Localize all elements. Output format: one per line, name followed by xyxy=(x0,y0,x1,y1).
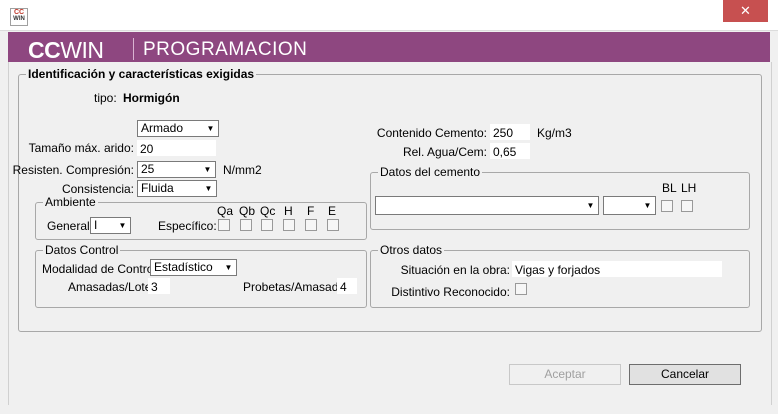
general-select[interactable]: I ▼ xyxy=(90,217,131,234)
chevron-down-icon: ▼ xyxy=(200,162,215,177)
close-button[interactable]: ✕ xyxy=(723,0,768,22)
qb-label: Qb xyxy=(239,204,256,218)
chevron-down-icon: ▼ xyxy=(640,197,655,214)
tamano-label: Tamaño máx. arido: xyxy=(28,141,134,155)
otros-group xyxy=(370,250,750,308)
e-checkbox[interactable] xyxy=(327,219,339,231)
qa-checkbox[interactable] xyxy=(218,219,230,231)
e-label: E xyxy=(328,204,337,218)
armado-select[interactable]: Armado ▼ xyxy=(137,120,219,137)
bl-label: BL xyxy=(662,181,677,195)
cemento-type-select[interactable]: ▼ xyxy=(375,196,599,215)
app-icon: CC WIN xyxy=(10,8,28,26)
consistencia-label: Consistencia: xyxy=(61,182,134,196)
probetas-label: Probetas/Amasada: xyxy=(243,280,349,294)
situacion-label: Situación en la obra: xyxy=(400,263,510,277)
h-label: H xyxy=(284,204,293,218)
qc-label: Qc xyxy=(260,204,276,218)
situacion-field[interactable]: Vigas y forjados xyxy=(512,261,722,277)
ambiente-group-title: Ambiente xyxy=(43,195,98,209)
logo-divider xyxy=(133,38,134,60)
otros-group-title: Otros datos xyxy=(378,243,445,257)
contenido-field[interactable]: 250 xyxy=(490,124,530,140)
tipo-value: Hormigón xyxy=(123,91,180,105)
distintivo-label: Distintivo Reconocido: xyxy=(391,285,510,299)
tamano-field[interactable]: 20 xyxy=(137,140,216,156)
chevron-down-icon: ▼ xyxy=(203,121,218,136)
ccwin-logo: CCWIN xyxy=(28,37,104,63)
cemento-class-select[interactable]: ▼ xyxy=(603,196,656,215)
tipo-label: tipo: xyxy=(94,91,117,105)
window-titlebar xyxy=(0,0,778,31)
resistencia-select[interactable]: 25 ▼ xyxy=(137,161,216,178)
probetas-field[interactable]: 4 xyxy=(337,278,357,294)
consistencia-select[interactable]: Fluida ▼ xyxy=(137,180,217,197)
chevron-down-icon: ▼ xyxy=(583,197,598,214)
f-label: F xyxy=(307,204,315,218)
qb-checkbox[interactable] xyxy=(240,219,252,231)
control-group-title: Datos Control xyxy=(43,243,121,257)
lh-label: LH xyxy=(681,181,697,195)
cemento-group-title: Datos del cemento xyxy=(378,165,483,179)
contenido-label: Contenido Cemento: xyxy=(376,126,487,140)
identificacion-group-title: Identificación y características exigida… xyxy=(26,67,257,81)
modalidad-label: Modalidad de Control: xyxy=(42,262,160,276)
agua-label: Rel. Agua/Cem: xyxy=(402,145,487,159)
qa-label: Qa xyxy=(217,204,234,218)
qc-checkbox[interactable] xyxy=(261,219,273,231)
agua-field[interactable]: 0,65 xyxy=(490,143,530,159)
module-title: PROGRAMACION xyxy=(143,39,308,60)
bl-checkbox[interactable] xyxy=(661,200,673,212)
header-banner xyxy=(8,32,770,62)
modalidad-select[interactable]: Estadístico ▼ xyxy=(150,259,237,276)
resistencia-label: Resisten. Compresión: xyxy=(12,163,134,177)
h-checkbox[interactable] xyxy=(283,219,295,231)
especifico-label: Específico: xyxy=(158,219,217,233)
distintivo-checkbox[interactable] xyxy=(515,283,527,295)
lh-checkbox[interactable] xyxy=(681,200,693,212)
chevron-down-icon: ▼ xyxy=(201,181,216,196)
amasadas-field[interactable]: 3 xyxy=(148,278,170,294)
cancelar-button[interactable]: Cancelar xyxy=(629,364,741,385)
aceptar-button[interactable]: Aceptar xyxy=(509,364,621,385)
resistencia-unit: N/mm2 xyxy=(223,163,262,177)
f-checkbox[interactable] xyxy=(305,219,317,231)
general-label: General: xyxy=(47,219,94,233)
contenido-unit: Kg/m3 xyxy=(537,126,572,140)
chevron-down-icon: ▼ xyxy=(221,260,236,275)
amasadas-label: Amasadas/Lote: xyxy=(68,280,155,294)
chevron-down-icon: ▼ xyxy=(115,218,130,233)
